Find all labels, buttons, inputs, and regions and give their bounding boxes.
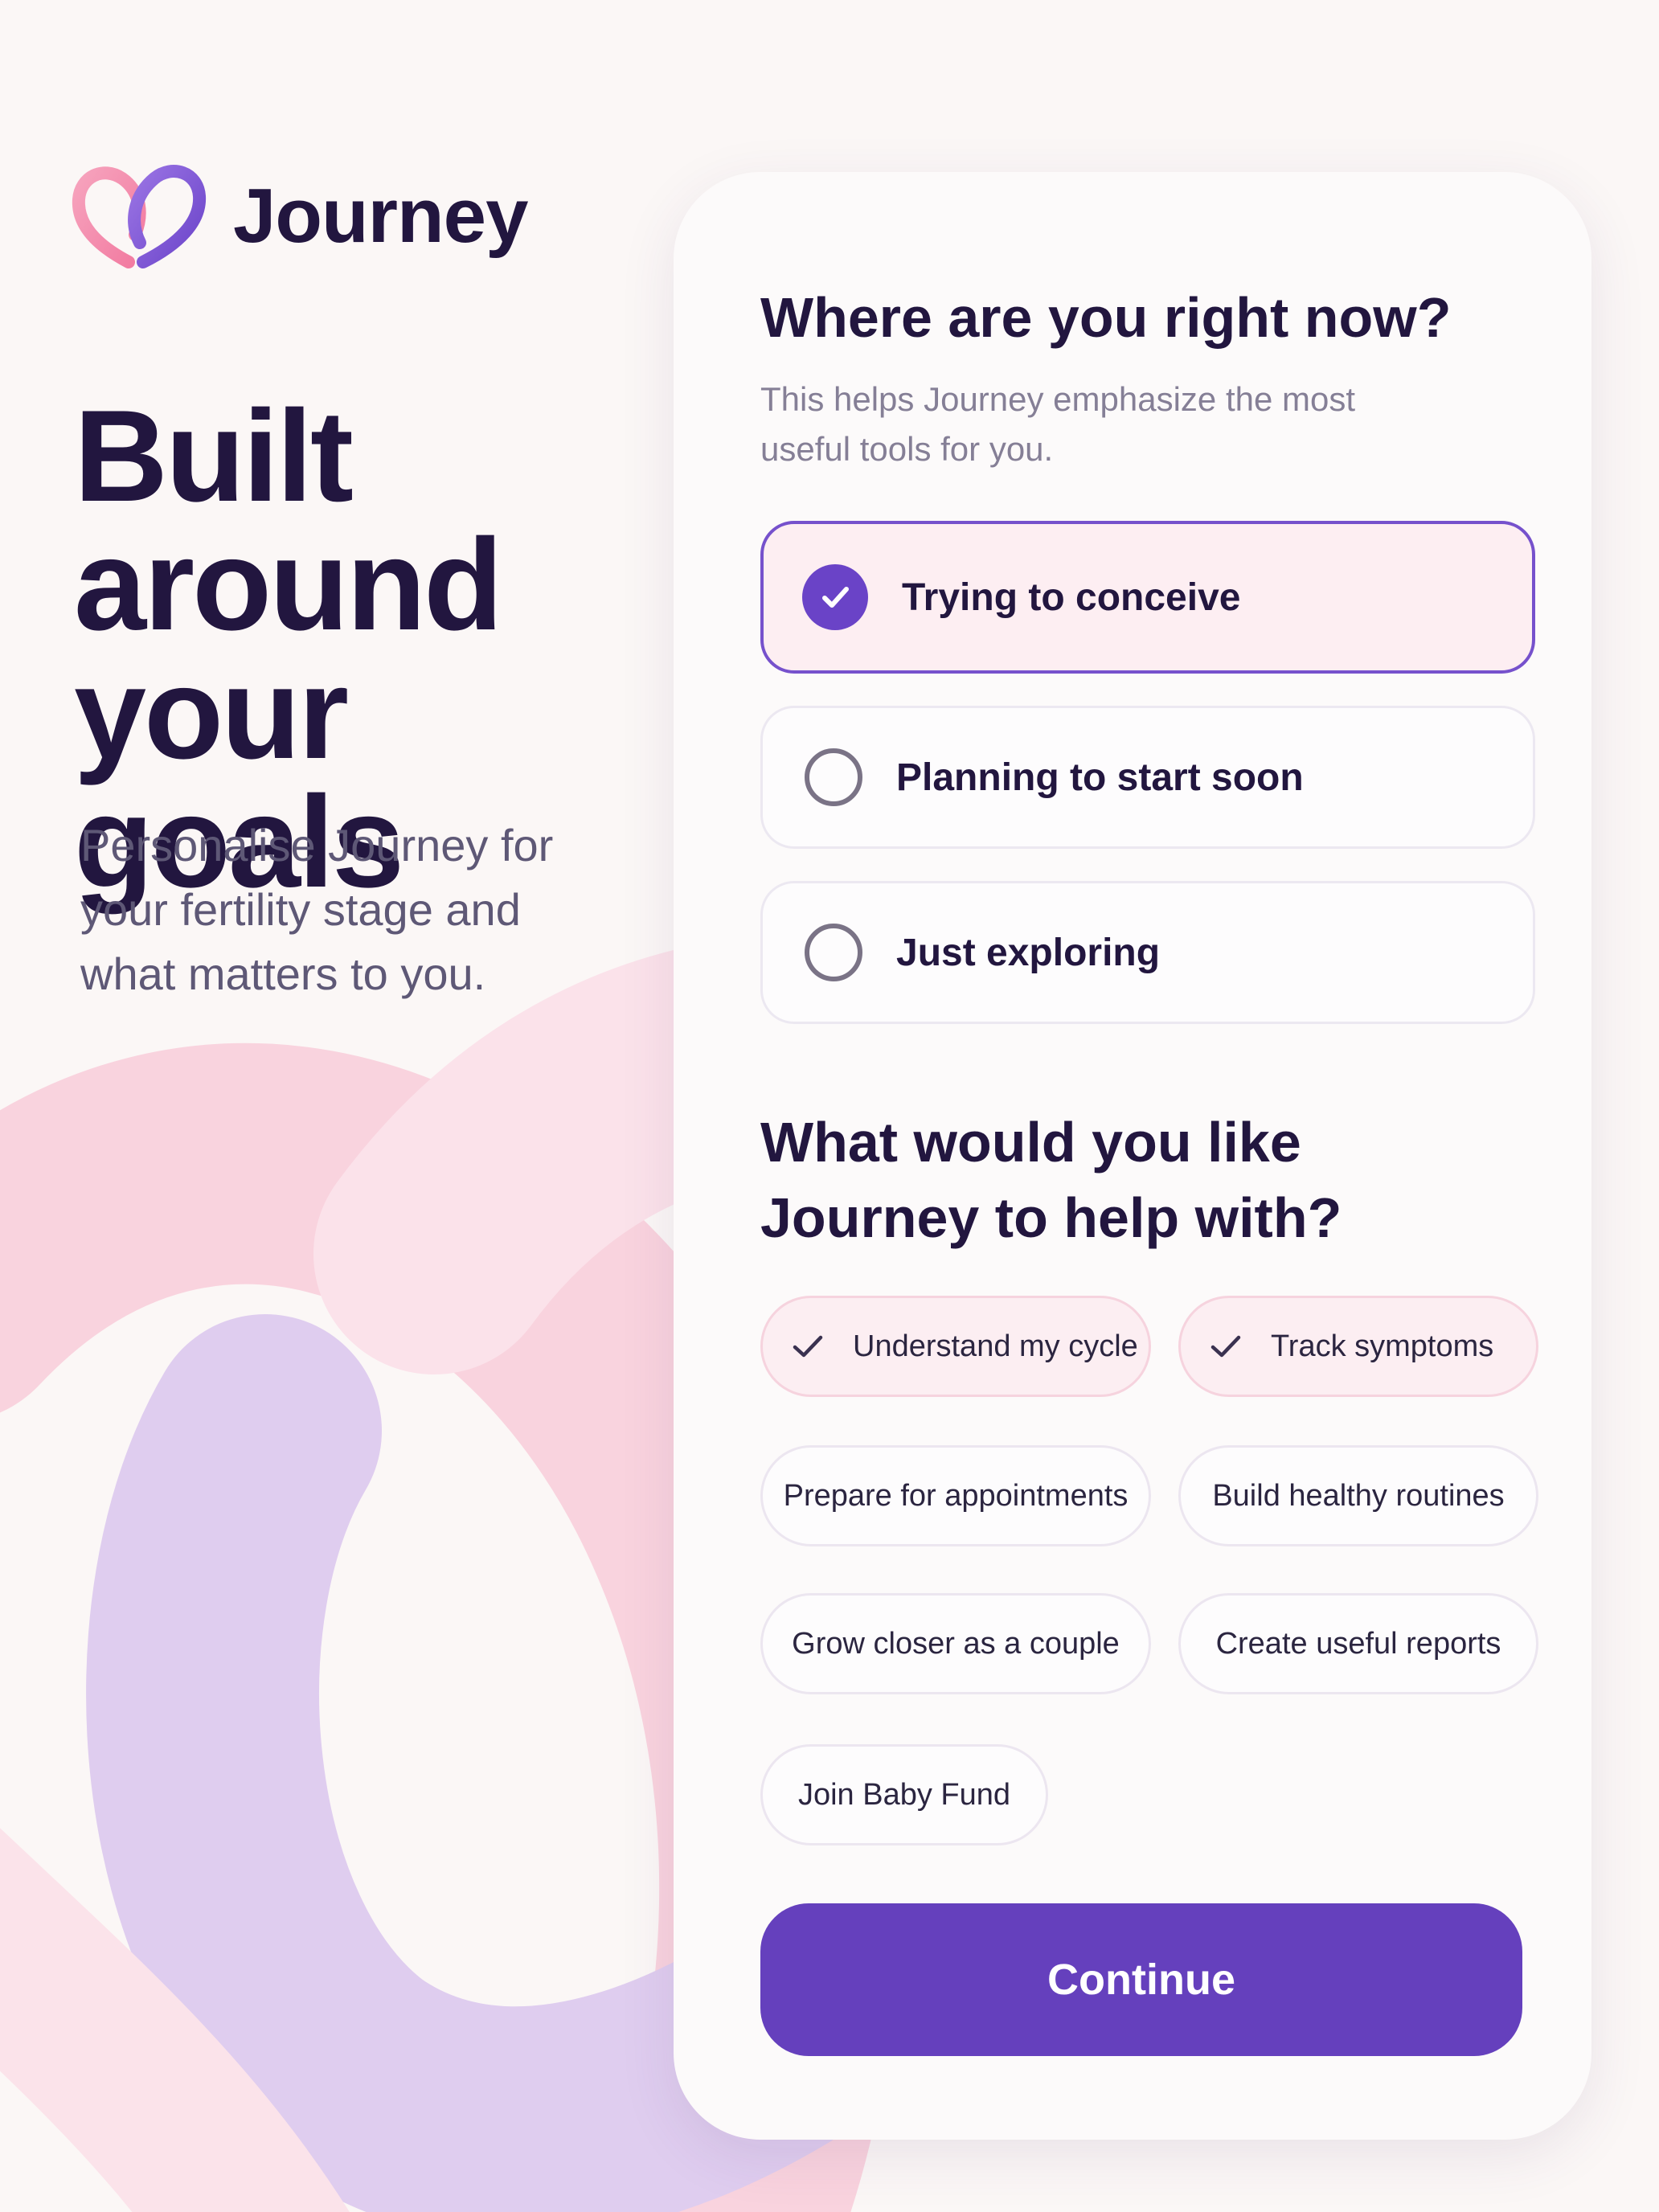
continue-button[interactable]: Continue xyxy=(760,1903,1522,2056)
option-label: Trying to conceive xyxy=(902,576,1241,619)
chip-label: Understand my cycle xyxy=(853,1329,1138,1363)
radio-icon xyxy=(805,748,862,806)
chip-label: Track symptoms xyxy=(1271,1329,1494,1363)
chip-label: Create useful reports xyxy=(1215,1626,1501,1661)
headline-line-2: around xyxy=(74,512,503,657)
check-icon xyxy=(1210,1335,1241,1358)
chip-grow-closer-as-a-couple[interactable]: Grow closer as a couple xyxy=(760,1593,1151,1694)
option-label: Planning to start soon xyxy=(896,756,1304,799)
heart-logo-icon xyxy=(72,165,207,268)
hero-subtitle: Personalise Journey for your fertility s… xyxy=(80,820,554,999)
option-label: Just exploring xyxy=(896,931,1161,974)
checked-radio-icon xyxy=(802,564,868,630)
brand-logo: Journey xyxy=(71,159,528,273)
chip-build-healthy-routines[interactable]: Build healthy routines xyxy=(1178,1445,1538,1546)
stage-option-planning-to-start-soon[interactable]: Planning to start soon xyxy=(760,706,1535,849)
headline-line-1: Built xyxy=(74,383,354,529)
brand-name: Journey xyxy=(233,173,528,259)
stage-question-subtitle: This helps Journey emphasize the most us… xyxy=(760,380,1356,468)
radio-icon xyxy=(805,924,862,981)
stage-option-just-exploring[interactable]: Just exploring xyxy=(760,881,1535,1024)
chip-understand-my-cycle[interactable]: Understand my cycle xyxy=(760,1296,1151,1397)
stage-option-trying-to-conceive[interactable]: Trying to conceive xyxy=(760,521,1535,674)
chip-label: Prepare for appointments xyxy=(783,1478,1129,1513)
chip-join-baby-fund[interactable]: Join Baby Fund xyxy=(760,1744,1048,1845)
help-question-title: What would you like Journey to help with… xyxy=(760,1111,1342,1249)
onboarding-card: Where are you right now? This helps Jour… xyxy=(674,172,1591,2140)
chip-label: Build healthy routines xyxy=(1212,1478,1505,1513)
chip-track-symptoms[interactable]: Track symptoms xyxy=(1178,1296,1538,1397)
chip-label: Grow closer as a couple xyxy=(792,1626,1120,1661)
chip-prepare-for-appointments[interactable]: Prepare for appointments xyxy=(760,1445,1151,1546)
stage-question-title: Where are you right now? xyxy=(760,286,1452,349)
chip-create-useful-reports[interactable]: Create useful reports xyxy=(1178,1593,1538,1694)
check-icon xyxy=(793,1335,823,1358)
chip-label: Join Baby Fund xyxy=(797,1777,1011,1812)
